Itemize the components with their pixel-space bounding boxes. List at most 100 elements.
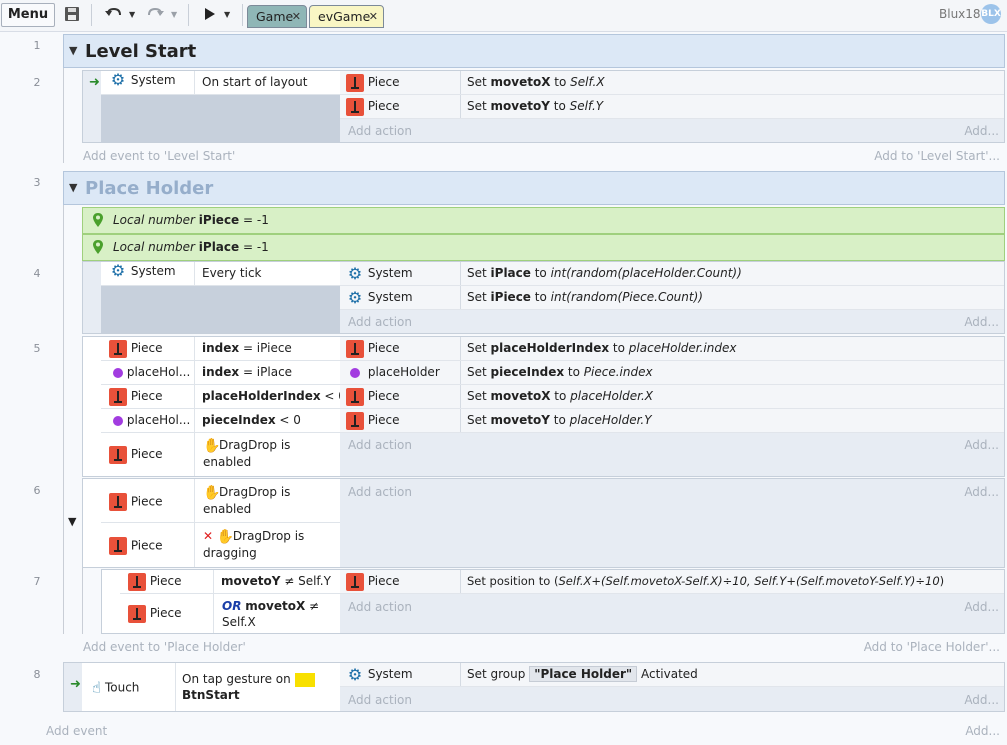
add-more-link[interactable]: Add...	[943, 315, 999, 329]
condition-row[interactable]: ⚙ System On start of layout	[101, 71, 340, 95]
condition-row[interactable]: placeHol... pieceIndex < 0	[101, 409, 340, 433]
action-row[interactable]: ⚙ System Set group "Place Holder" Activa…	[340, 663, 1004, 687]
add-action-link[interactable]: Add action	[348, 438, 412, 452]
add-action-link[interactable]: Add action	[348, 124, 412, 138]
condition-row[interactable]: Piece index = iPiece	[101, 337, 340, 361]
condition-row[interactable]: Piece ✕ ✋DragDrop is dragging	[101, 523, 340, 567]
action-row[interactable]: ⚙ System Set iPlace to int(random(placeH…	[340, 262, 1004, 286]
add-event-link[interactable]: Add event	[46, 724, 107, 738]
redo-dropdown-icon[interactable]: ▼	[171, 6, 177, 24]
location-pin-icon	[93, 213, 103, 227]
condition-text: Every tick	[202, 266, 262, 280]
event-8[interactable]: ➜ ☝ Touch On tap gesture on BtnStart ⚙ S…	[63, 662, 1005, 712]
action-text: Set movetoY to placeHolder.Y	[467, 413, 652, 427]
condition-object: Piece	[101, 479, 195, 522]
add-event-to-place-holder[interactable]: Add event to 'Place Holder'	[83, 640, 246, 654]
save-icon[interactable]	[64, 6, 80, 24]
piece-icon	[346, 339, 364, 358]
piece-icon	[109, 339, 127, 358]
play-dropdown-icon[interactable]: ▼	[224, 6, 230, 24]
event-6[interactable]: Piece ✋DragDrop is enabled Piece ✕ ✋DragD…	[82, 478, 1005, 568]
action-row[interactable]: Piece Set movetoX to Self.X	[340, 71, 1004, 95]
add-bottom-link[interactable]: Add...	[940, 724, 1000, 738]
add-more-link[interactable]: Add...	[943, 438, 999, 452]
condition-row[interactable]: ☝ Touch On tap gesture on BtnStart	[82, 663, 340, 711]
add-to-level-start[interactable]: Add to 'Level Start'...	[840, 149, 1000, 163]
condition-row[interactable]: Piece placeHolderIndex < 0	[101, 385, 340, 409]
add-more-link[interactable]: Add...	[943, 124, 999, 138]
action-object: placeHolder	[340, 361, 461, 384]
action-row[interactable]: Piece Set movetoX to placeHolder.X	[340, 385, 1004, 409]
condition-row[interactable]: Piece ✋DragDrop is enabled	[101, 433, 340, 476]
add-event-to-level-start[interactable]: Add event to 'Level Start'	[83, 149, 235, 163]
action-object: ⚙ System	[340, 262, 461, 285]
action-text: Set iPiece to int(random(Piece.Count))	[467, 290, 703, 304]
action-object: ⚙ System	[340, 286, 461, 309]
event-5[interactable]: Piece index = iPiece placeHol... index =…	[82, 336, 1005, 477]
condition-row[interactable]: Piece ✋DragDrop is enabled	[101, 479, 340, 523]
tab-evgame[interactable]: evGame ✕	[309, 5, 384, 28]
condition-text: OR movetoX ≠ Self.X	[222, 599, 320, 629]
add-action-link[interactable]: Add action	[348, 693, 412, 707]
condition-object: Piece	[101, 433, 195, 476]
tab-game[interactable]: Game ✕	[247, 5, 307, 28]
condition-object: Piece	[101, 523, 195, 567]
condition-object: placeHol...	[101, 361, 195, 384]
piece-icon	[109, 445, 127, 464]
piece-icon	[128, 572, 146, 591]
gear-icon: ⚙	[110, 71, 126, 89]
add-more-link[interactable]: Add...	[943, 693, 999, 707]
add-more-link[interactable]: Add...	[943, 600, 999, 614]
drag-drop-icon: ✋	[203, 437, 221, 454]
collapse-icon[interactable]: ▼	[69, 181, 77, 194]
line-number: 3	[33, 176, 41, 189]
tab-label: evGame	[318, 9, 371, 24]
piece-icon	[346, 572, 364, 591]
line-number: 5	[33, 342, 41, 355]
gear-icon: ⚙	[347, 263, 363, 283]
piece-icon	[128, 604, 146, 623]
add-to-place-holder[interactable]: Add to 'Place Holder'...	[820, 640, 1000, 654]
event-7[interactable]: Piece movetoY ≠ Self.Y Piece OR movetoX …	[101, 569, 1005, 634]
event-2[interactable]: ➜ ⚙ System On start of layout Piece Set …	[82, 70, 1005, 143]
condition-text: pieceIndex < 0	[202, 413, 301, 427]
condition-row[interactable]: ⚙ System Every tick	[101, 262, 340, 286]
avatar[interactable]: BLX	[981, 4, 1001, 24]
condition-row[interactable]: placeHol... index = iPlace	[101, 361, 340, 385]
collapse-icon[interactable]: ▼	[68, 515, 76, 528]
add-action-link[interactable]: Add action	[348, 485, 412, 499]
action-row[interactable]: Piece Set position to (Self.X+(Self.move…	[340, 570, 1004, 594]
placeholder-icon	[113, 415, 123, 426]
action-row[interactable]: Piece Set placeHolderIndex to placeHolde…	[340, 337, 1004, 361]
line-number: 7	[33, 575, 41, 588]
action-text: Set position to (Self.X+(Self.movetoX-Se…	[467, 574, 945, 588]
play-icon[interactable]	[203, 6, 217, 24]
local-variable-row[interactable]: Local number iPlace = -1	[82, 234, 1005, 261]
action-row[interactable]: Piece Set movetoY to Self.Y	[340, 95, 1004, 119]
local-variable-row[interactable]: Local number iPiece = -1	[82, 207, 1005, 234]
group-header-place-holder[interactable]: ▼ Place Holder	[63, 171, 1005, 205]
condition-row[interactable]: Piece OR movetoX ≠ Self.X	[120, 594, 340, 633]
condition-object: ☝ Touch	[82, 663, 176, 711]
action-row[interactable]: placeHolder Set pieceIndex to Piece.inde…	[340, 361, 1004, 385]
action-row[interactable]: Piece Set movetoY to placeHolder.Y	[340, 409, 1004, 433]
menu-button[interactable]: Menu	[1, 3, 55, 27]
close-icon[interactable]: ✕	[292, 6, 301, 27]
action-row[interactable]: ⚙ System Set iPiece to int(random(Piece.…	[340, 286, 1004, 310]
button-sprite-icon	[294, 672, 315, 687]
line-number: 6	[33, 484, 41, 497]
condition-row[interactable]: Piece movetoY ≠ Self.Y	[120, 570, 340, 594]
undo-icon[interactable]	[104, 6, 124, 24]
close-icon[interactable]: ✕	[369, 6, 378, 27]
add-action-link[interactable]: Add action	[348, 315, 412, 329]
add-more-link[interactable]: Add...	[943, 485, 999, 499]
condition-spacer	[101, 286, 340, 333]
collapse-icon[interactable]: ▼	[69, 44, 77, 57]
undo-dropdown-icon[interactable]: ▼	[129, 6, 135, 24]
redo-icon[interactable]	[145, 6, 165, 24]
condition-text: index = iPiece	[202, 341, 292, 355]
group-header-level-start[interactable]: ▼ Level Start	[63, 34, 1005, 68]
event-4[interactable]: ⚙ System Every tick ⚙ System Set iPlace …	[82, 261, 1005, 334]
user-name[interactable]: Blux18	[939, 7, 981, 21]
add-action-link[interactable]: Add action	[348, 600, 412, 614]
